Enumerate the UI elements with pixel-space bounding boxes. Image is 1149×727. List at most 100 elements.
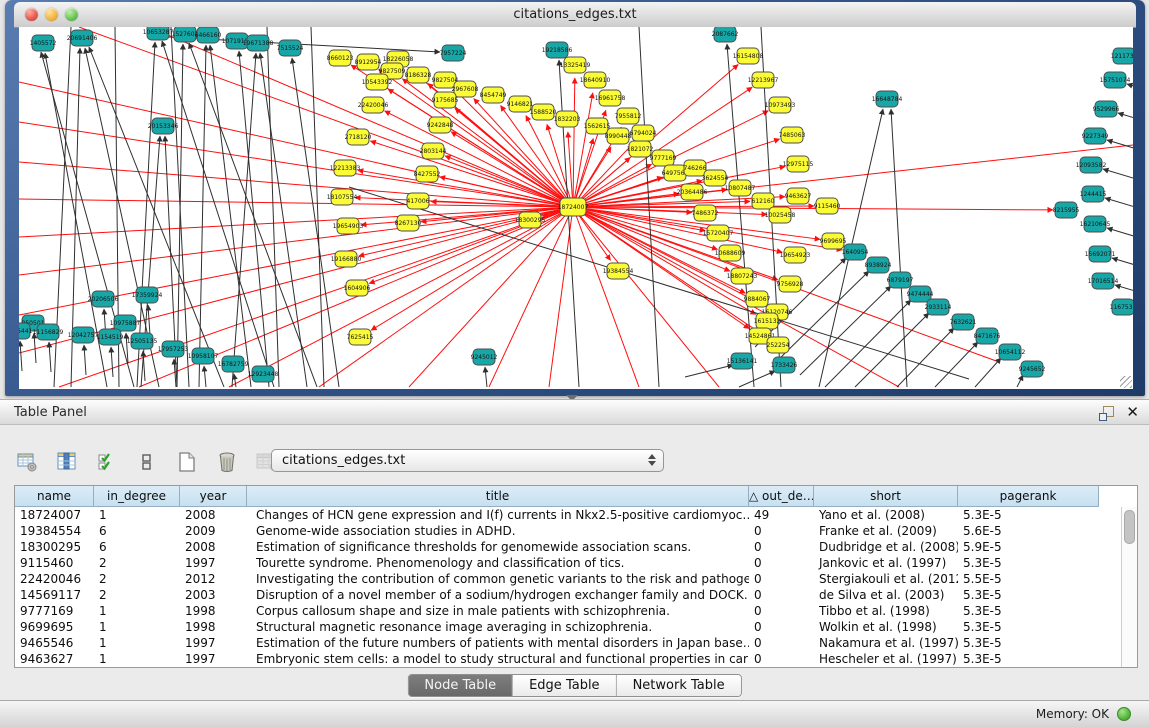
graph-node[interactable]: 12505135 [127,333,158,349]
row-height-button[interactable] [134,449,160,475]
graph-node[interactable]: 8215955 [1053,202,1080,218]
graph-node[interactable]: 8186328 [405,67,432,83]
graph-node[interactable]: 6466160 [195,27,222,43]
graph-node[interactable]: 9115460 [814,198,841,214]
graph-node[interactable]: 9245652 [1019,361,1046,377]
graph-node[interactable]: 20153346 [148,118,179,134]
graph-node[interactable]: 1154519 [97,329,124,345]
graph-node[interactable]: 2087662 [712,27,739,42]
column-header-out_de…[interactable]: △ out_de… [749,486,814,507]
table-row[interactable]: 969969511998Structural magnetic resonanc… [15,619,1122,635]
minimize-window-button[interactable] [45,8,58,21]
graph-node[interactable]: 1588520 [530,104,557,120]
graph-node[interactable]: 16154808 [733,48,764,64]
tab-edge-table[interactable]: Edge Table [513,675,616,696]
graph-node[interactable]: 10025458 [765,207,796,223]
graph-node[interactable]: 10807487 [725,180,756,196]
column-header-short[interactable]: short [814,486,958,507]
graph-node[interactable]: 16210645 [1080,216,1111,232]
tab-node-table[interactable]: Node Table [408,675,513,696]
column-header-year[interactable]: year [180,486,247,507]
show-column-button[interactable] [54,449,80,475]
graph-node[interactable]: 20691406 [67,30,98,46]
graph-node[interactable]: 1211735 [1111,48,1133,64]
float-panel-icon[interactable] [1099,405,1115,421]
graph-node[interactable]: 8454749 [480,87,507,103]
graph-node[interactable]: 10653287 [143,27,174,40]
table-row[interactable]: 1830029562008Estimation of significance … [15,539,1122,555]
graph-node[interactable]: 19671388 [243,35,274,51]
graph-node[interactable]: 19384554 [603,263,634,279]
graph-node[interactable]: 15751074 [1100,72,1131,88]
graph-node[interactable]: 7486372 [692,205,719,221]
graph-node[interactable]: 1615132 [754,313,781,329]
graph-node[interactable]: 18300295 [515,212,546,228]
graph-node[interactable]: 12923448 [248,366,279,382]
table-row[interactable]: 2242004622012Investigating the contribut… [15,571,1122,587]
close-window-button[interactable] [25,8,38,21]
graph-node[interactable]: 2718120 [345,129,372,145]
close-panel-icon[interactable]: ✕ [1126,403,1139,421]
graph-node[interactable]: 22420046 [358,97,389,113]
select-columns-button[interactable] [94,449,120,475]
graph-node[interactable]: 2933114 [925,299,952,315]
graph-node[interactable]: 12975115 [783,156,814,172]
graph-node[interactable]: 9699695 [820,233,847,249]
graph-node[interactable]: 8471676 [974,328,1001,344]
window-titlebar[interactable]: citations_edges.txt [14,2,1136,28]
graph-node[interactable]: 252254 [767,337,790,353]
graph-node[interactable]: 17359924 [132,287,163,303]
graph-node[interactable]: 9242848 [427,117,454,133]
graph-node[interactable]: 9463627 [785,188,812,204]
table-selector-dropdown[interactable]: citations_edges.txt [271,449,664,472]
graph-node[interactable]: 8660123 [327,50,354,66]
graph-node[interactable]: 9529966 [1093,101,1120,117]
graph-node[interactable]: 16782759 [218,356,249,372]
graph-node[interactable]: 8938924 [865,257,892,273]
graph-node[interactable]: 15136141 [727,353,758,369]
graph-node[interactable]: 19654903 [333,218,364,234]
table-vertical-scrollbar[interactable] [1121,507,1137,667]
graph-node[interactable]: 1604906 [344,280,371,296]
graph-node[interactable]: 17957253 [158,341,189,357]
graph-node[interactable]: 8912954 [355,54,382,70]
graph-node[interactable]: 20206506 [88,291,119,307]
graph-node[interactable]: 18640910 [580,72,611,88]
graph-node[interactable]: 612160 [752,193,775,209]
graph-node[interactable]: 417006 [407,193,430,209]
graph-node[interactable]: 7485063 [779,127,806,143]
graph-node[interactable]: 2803144 [420,143,447,159]
graph-node[interactable]: 15720407 [703,225,734,241]
graph-node[interactable]: 9756928 [777,276,804,292]
graph-node[interactable]: 16961758 [595,90,626,106]
graph-node[interactable]: 20364486 [677,184,708,200]
graph-node[interactable]: 9245012 [471,349,498,365]
graph-node[interactable]: 1832203 [554,111,581,127]
graph-node[interactable]: 18107554 [327,189,358,205]
graph-node[interactable]: 13325419 [560,57,591,73]
new-table-button[interactable] [174,449,200,475]
graph-node[interactable]: 15692071 [1085,246,1116,262]
graph-node[interactable]: 19218586 [542,42,573,58]
graph-node[interactable]: 7632621 [950,314,977,330]
graph-node[interactable]: 7957224 [440,45,467,61]
table-row[interactable]: 1456911722003Disruption of a novel membe… [15,587,1122,603]
graph-node[interactable]: 10688609 [715,245,746,261]
graph-node[interactable]: 1733426 [771,357,798,373]
graph-node[interactable]: 10654112 [995,344,1026,360]
graph-node[interactable]: 8267130 [395,215,422,231]
graph-node[interactable]: 19654923 [780,247,811,263]
graph-node[interactable]: 8427552 [414,166,441,182]
table-settings-button[interactable] [14,449,40,475]
graph-node[interactable]: 6879197 [887,272,914,288]
graph-node[interactable]: 12093582 [1076,157,1107,173]
column-header-pagerank[interactable]: pagerank [958,486,1099,507]
graph-node[interactable]: 19166880 [331,251,362,267]
graph-node[interactable]: 9884067 [744,291,771,307]
table-row[interactable]: 1872400712008Changes of HCN gene express… [15,507,1122,523]
table-row[interactable]: 946362711997Embryonic stem cells: a mode… [15,651,1122,667]
tab-network-table[interactable]: Network Table [617,675,741,696]
column-header-name[interactable]: name [15,486,94,507]
memory-ok-indicator[interactable] [1117,707,1131,721]
graph-node[interactable]: 3624554 [702,170,729,186]
